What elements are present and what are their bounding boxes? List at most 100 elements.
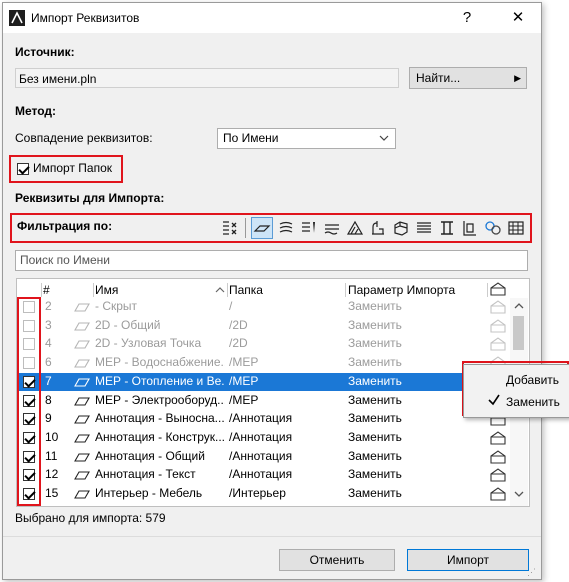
table-row[interactable]: 12 Аннотация - Текст/Аннотация Заменить (17, 466, 509, 485)
menu-item-replace-label: Заменить (506, 395, 560, 409)
surfaces-icon[interactable] (415, 219, 433, 237)
row-house-icon[interactable] (489, 486, 507, 505)
scroll-up-icon[interactable] (513, 300, 525, 314)
markup-styles-icon[interactable] (507, 219, 525, 237)
import-button[interactable]: Импорт (407, 549, 529, 571)
row-number: 9 (45, 411, 52, 426)
row-number: 12 (45, 467, 59, 482)
column-divider (227, 283, 228, 297)
table-row[interactable]: 2 - Скрыт / Заменить (17, 298, 509, 317)
scrollbar-thumb[interactable] (513, 316, 524, 350)
row-name: МЕР - Водоснабжение... (95, 355, 225, 370)
menu-item-replace[interactable]: Заменить (464, 391, 569, 413)
table-row[interactable]: 7 МЕР - Отопление и Ве... /МЕР Заменить (17, 372, 509, 392)
row-number: 6 (45, 355, 52, 370)
table-row[interactable]: 10 Аннотация - Конструк... /Аннотация Замен… (17, 429, 509, 448)
row-name: Аннотация - Текст (95, 467, 196, 482)
layer-icon (73, 469, 91, 484)
row-import-param: Заменить (348, 429, 402, 444)
cancel-button[interactable]: Отменить (279, 549, 395, 571)
column-divider (345, 283, 346, 297)
row-import-param: Заменить (348, 467, 402, 482)
row-name: МЕР - Отопление и Ве... (95, 373, 225, 388)
table-row[interactable]: 8 МЕР - Электрооборуд... /МЕР Заменить (17, 392, 509, 411)
table-row[interactable]: 11 Аннотация - Общий/Аннотация Заменить (17, 448, 509, 467)
row-folder: /МЕР (229, 392, 259, 407)
all-types-icon[interactable] (221, 219, 239, 237)
match-select[interactable]: По Имени (217, 128, 396, 149)
layer-icon (73, 338, 91, 353)
row-name: 2D - Узловая Точка (95, 336, 202, 351)
row-number: 2 (45, 299, 52, 313)
browse-button-label: Найти... (416, 71, 461, 85)
mep-systems-icon[interactable] (461, 219, 479, 237)
import-folders-label: Импорт Папок (33, 161, 113, 175)
sort-arrow-icon (215, 284, 225, 298)
arrow-right-icon: ▶ (514, 73, 521, 83)
layer-icon (73, 488, 91, 503)
row-number: 10 (45, 429, 59, 444)
browse-button[interactable]: Найти... ▶ (409, 67, 527, 89)
row-house-icon[interactable] (489, 299, 507, 318)
import-folders-checkbox[interactable] (17, 163, 29, 175)
row-folder: /2D (229, 317, 248, 332)
row-house-icon[interactable] (489, 449, 507, 468)
row-import-param: Заменить (348, 373, 402, 388)
layers-icon[interactable] (251, 217, 273, 239)
row-name: МЕР - Электрооборуд... (95, 392, 225, 407)
column-divider (41, 283, 42, 297)
row-house-icon[interactable] (489, 430, 507, 449)
menu-item-add-label: Добавить (506, 373, 560, 387)
line-types-icon[interactable] (300, 219, 318, 237)
table-row[interactable]: 3 2D - Общий/2D Заменить (17, 317, 509, 336)
operation-profiles-icon[interactable] (484, 219, 502, 237)
row-house-icon[interactable] (489, 318, 507, 337)
scroll-down-icon[interactable] (513, 488, 525, 502)
search-input[interactable]: Поиск по Имени (15, 250, 528, 271)
source-label: Источник: (15, 45, 75, 59)
composites-icon[interactable] (346, 219, 364, 237)
layer-icon (73, 376, 91, 391)
import-option-menu: Добавить Заменить (463, 364, 569, 418)
profiles-icon[interactable] (392, 219, 410, 237)
zone-categories-icon[interactable] (438, 219, 456, 237)
pens-icon[interactable] (277, 219, 295, 237)
column-divider (487, 283, 488, 297)
row-import-param: Заменить (348, 336, 402, 351)
attributes-table: # Имя Папка Параметр Импорта 2- Скрыт / За… (16, 278, 530, 507)
layer-icon (73, 432, 91, 447)
table-row[interactable]: 6 МЕР - Водоснабжение... /МЕР Заменить (17, 354, 509, 373)
row-number: 15 (45, 486, 59, 500)
row-import-param: Заменить (348, 486, 402, 500)
attributes-label: Реквизиты для Импорта: (15, 191, 165, 205)
row-folder: /МЕР (229, 355, 259, 370)
table-row[interactable]: 15 Интерьер - Мебель/Интерьер Заменить (17, 485, 509, 504)
row-name: Интерьер - Мебель (95, 486, 203, 500)
title-bar: Импорт Реквизитов ? ✕ (3, 3, 541, 33)
row-folder: /2D (229, 336, 248, 351)
row-number: 11 (45, 448, 58, 463)
column-divider (93, 283, 94, 297)
row-import-param: Заменить (348, 317, 402, 332)
menu-item-add[interactable]: Добавить (464, 370, 569, 390)
window-title: Импорт Реквизитов (31, 11, 140, 25)
resize-grip-icon[interactable]: ⋰ (527, 567, 536, 578)
selected-count: Выбрано для импорта: 579 (15, 511, 166, 525)
row-folder: /Интерьер (229, 486, 286, 500)
help-button[interactable]: ? (455, 7, 479, 29)
row-number: 7 (45, 373, 52, 388)
layer-icon (73, 451, 91, 466)
layer-icon (73, 320, 91, 335)
table-row[interactable]: 9 Аннотация - Выносна... /Аннотация Заменит… (17, 410, 509, 429)
table-row[interactable]: 4 2D - Узловая Точка/2D Заменить (17, 335, 509, 354)
import-attributes-dialog: Импорт Реквизитов ? ✕ Источник: Без имен… (2, 2, 542, 580)
building-materials-icon[interactable] (369, 219, 387, 237)
row-name: Аннотация - Общий (95, 448, 205, 463)
fills-icon[interactable] (323, 219, 341, 237)
row-house-icon[interactable] (489, 467, 507, 486)
row-house-icon[interactable] (489, 336, 507, 355)
layer-icon (73, 395, 91, 410)
row-folder: /Аннотация (229, 448, 293, 463)
close-button[interactable]: ✕ (506, 7, 530, 29)
row-import-param: Заменить (348, 299, 402, 313)
